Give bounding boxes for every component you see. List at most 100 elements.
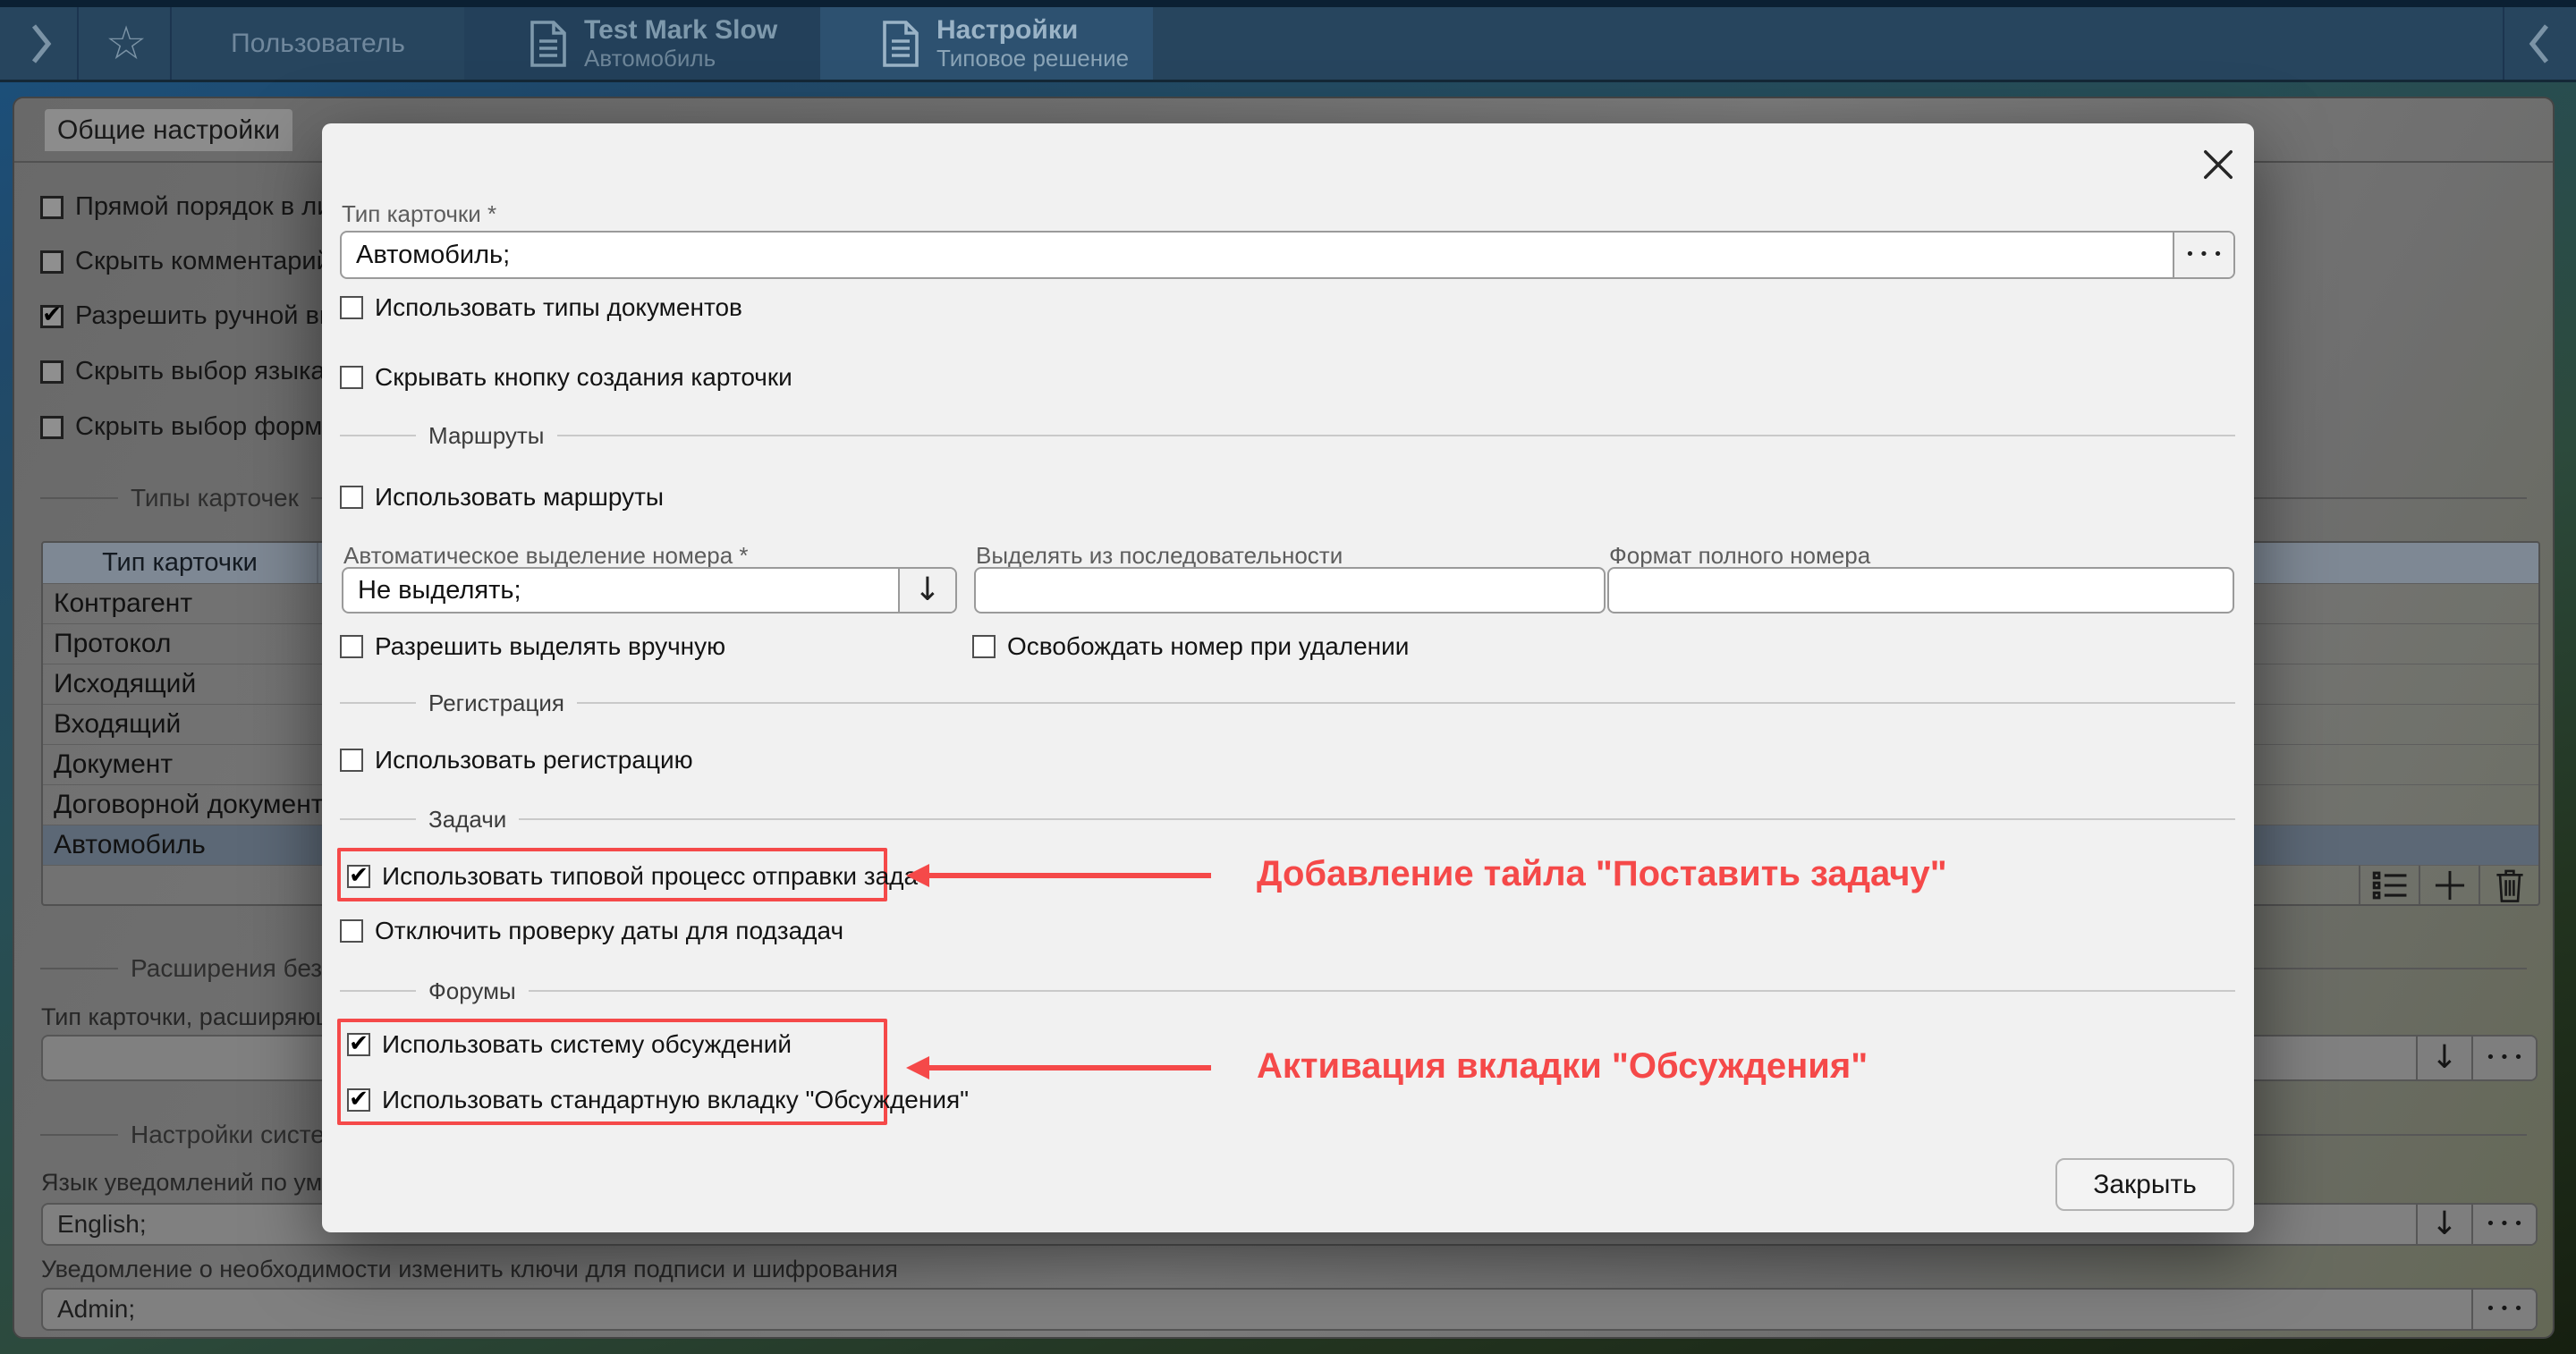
checkbox-label: Скрывать кнопку создания карточки (375, 363, 792, 392)
checkbox-label: Использовать типы документов (375, 293, 742, 322)
section-label: Маршруты (428, 422, 545, 450)
arrow-down-icon (2431, 1042, 2458, 1074)
checkmark-icon (349, 1087, 369, 1111)
auto-number-input[interactable]: Не выделять; (343, 569, 898, 612)
expand-menu-button[interactable] (13, 7, 70, 80)
checkbox-use-routes[interactable]: Использовать маршруты (340, 483, 664, 512)
ellipsis-button[interactable] (2471, 1290, 2536, 1329)
dropdown-button[interactable] (2416, 1205, 2471, 1244)
annotation-arrow-forums (918, 1065, 1211, 1071)
checkbox-use-typical-task-process[interactable]: Использовать типовой процесс отправки за… (347, 862, 930, 891)
checkmark-icon (349, 864, 369, 887)
tab-subtitle: Автомобиль (584, 46, 777, 72)
annotation-text-tasks: Добавление тайла "Поставить задачу" (1257, 851, 1947, 896)
checkbox-box[interactable] (340, 635, 363, 658)
checkbox-disable-subtask-date-check[interactable]: Отключить проверку даты для подзадач (340, 917, 843, 945)
checkbox-label: Использовать маршруты (375, 483, 664, 512)
ellipsis-button[interactable] (2173, 233, 2233, 277)
checkmark-icon (349, 1032, 369, 1055)
checkmark-icon (42, 303, 62, 326)
dropdown-button[interactable] (2416, 1037, 2471, 1079)
chevron-left-icon (2527, 22, 2552, 65)
card-type-input[interactable]: Автомобиль; (342, 233, 2173, 277)
checkbox-label: Освобождать номер при удалении (1007, 632, 1409, 661)
topbar-separator (2503, 7, 2504, 80)
checkbox-box[interactable] (40, 416, 64, 439)
checkbox-box[interactable] (347, 1033, 370, 1056)
checkbox-allow-manual-number[interactable]: Разрешить выделять вручную (340, 632, 725, 661)
ellipsis-button[interactable] (2471, 1037, 2536, 1079)
document-icon (881, 20, 920, 68)
section-label: Типы карточек (131, 484, 299, 512)
arrow-down-icon (914, 574, 941, 606)
list-icon (2372, 870, 2408, 901)
arrow-down-icon (2431, 1208, 2458, 1240)
plus-icon (2433, 868, 2467, 902)
checkbox-label: Отключить проверку даты для подзадач (375, 917, 843, 945)
ellipsis-icon (2181, 247, 2227, 263)
section-label: Задачи (428, 806, 506, 834)
checkbox-box[interactable] (340, 749, 363, 772)
checkbox-use-doc-types[interactable]: Использовать типы документов (340, 293, 742, 322)
section-label: Регистрация (428, 690, 564, 717)
card-type-settings-dialog: Тип карточки * Автомобиль; Использовать … (322, 123, 2254, 1232)
tab-user[interactable]: Пользователь (172, 7, 464, 80)
ellipsis-icon (2481, 1301, 2528, 1317)
extending-card-type-label: Тип карточки, расширяющий (41, 1003, 362, 1031)
checkbox-box[interactable] (40, 196, 64, 219)
checkbox-box[interactable] (340, 919, 363, 943)
checkbox-box[interactable] (340, 366, 363, 389)
chevron-right-icon (29, 22, 54, 65)
checkbox-label: Использовать стандартную вкладку "Обсужд… (382, 1086, 969, 1114)
delete-row-button[interactable] (2479, 866, 2538, 904)
card-type-label: Тип карточки * (342, 200, 496, 228)
checkbox-box[interactable] (340, 486, 363, 509)
checkbox-box[interactable] (340, 296, 363, 319)
collapse-panel-button[interactable] (2508, 7, 2571, 80)
checkbox-label: Использовать систему обсуждений (382, 1030, 792, 1059)
select-from-list-button[interactable] (2359, 866, 2419, 904)
checkbox-label: Использовать регистрацию (375, 746, 693, 774)
trash-icon (2495, 868, 2525, 902)
checkbox-use-registration[interactable]: Использовать регистрацию (340, 746, 693, 774)
checkbox-use-standard-discussion-tab[interactable]: Использовать стандартную вкладку "Обсужд… (347, 1086, 969, 1114)
tab-title: Настройки (936, 15, 1129, 47)
checkbox-use-discussion-system[interactable]: Использовать систему обсуждений (347, 1030, 792, 1059)
key-change-notification-label: Уведомление о необходимости изменить клю… (41, 1256, 898, 1283)
section-registration: Регистрация (340, 690, 2235, 716)
key-change-notification-input[interactable]: Admin; (43, 1290, 2471, 1329)
checkbox-box[interactable] (40, 305, 64, 328)
checkbox-box[interactable] (972, 635, 996, 658)
checkbox-label: Разрешить выделять вручную (375, 632, 725, 661)
checkbox-direct-order[interactable]: Прямой порядок в листе (40, 192, 370, 222)
card-type-field: Автомобиль; (340, 231, 2235, 279)
checkbox-box[interactable] (40, 360, 64, 384)
ellipsis-icon (2481, 1216, 2528, 1232)
checkbox-release-number[interactable]: Освобождать номер при удалении (972, 632, 1409, 661)
close-button[interactable]: Закрыть (2055, 1158, 2234, 1211)
annotation-arrow-tasks (918, 873, 1211, 878)
full-number-format-input[interactable] (1607, 567, 2234, 614)
checkbox-box[interactable] (347, 1088, 370, 1112)
tab-settings[interactable]: Настройки Типовое решение (820, 7, 1153, 80)
section-routes: Маршруты (340, 422, 2235, 449)
tab-general-settings[interactable]: Общие настройки (45, 109, 292, 151)
checkbox-hide-create-button[interactable]: Скрывать кнопку создания карточки (340, 363, 792, 392)
close-dialog-button[interactable] (2197, 143, 2240, 186)
auto-number-field: Не выделять; (342, 567, 957, 614)
checkbox-box[interactable] (40, 250, 64, 274)
ellipsis-button[interactable] (2471, 1205, 2536, 1244)
close-icon (2201, 148, 2235, 182)
window-top-edge (0, 0, 2576, 7)
favorites-button[interactable]: ☆ (86, 7, 166, 80)
sequence-input[interactable] (974, 567, 1606, 614)
auto-number-label: Автоматическое выделение номера * (343, 542, 749, 570)
tab-test-mark-slow[interactable]: Test Mark Slow Автомобиль (464, 7, 820, 80)
document-icon (529, 20, 568, 68)
checkbox-label: Использовать типовой процесс отправки за… (382, 862, 930, 891)
add-row-button[interactable] (2419, 866, 2479, 904)
section-label: Форумы (428, 977, 516, 1005)
top-bar: ☆ Пользователь Test Mark Slow Автомобиль… (0, 0, 2576, 82)
checkbox-box[interactable] (347, 865, 370, 888)
dropdown-button[interactable] (898, 569, 955, 612)
